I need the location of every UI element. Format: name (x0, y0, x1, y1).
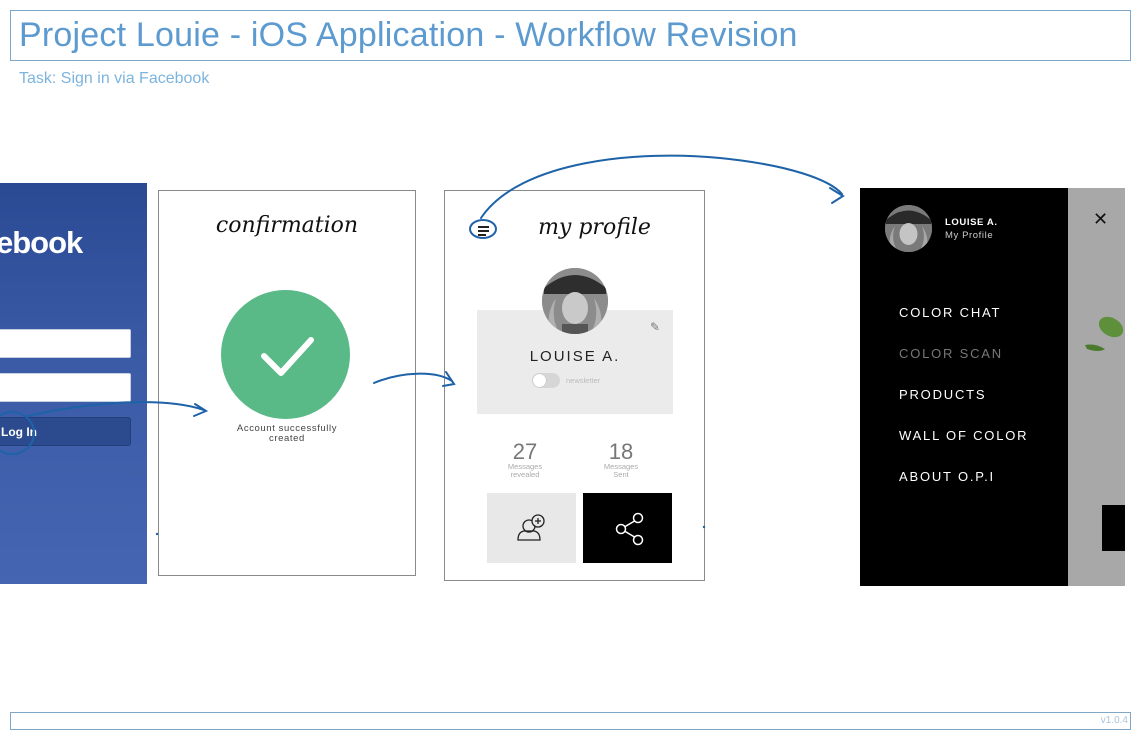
profile-name: LOUISE A. (529, 348, 621, 365)
stat-revealed-label-line2: revealed (510, 470, 540, 479)
avatar[interactable] (542, 268, 608, 334)
side-menu-drawer: LOUISE A. My Profile COLOR CHAT COLOR SC… (860, 188, 1068, 586)
email-field[interactable] (0, 329, 131, 358)
edit-pencil-icon[interactable]: ✎ (650, 320, 660, 334)
menu-item-wall-of-color[interactable]: WALL OF COLOR (899, 428, 1028, 443)
menu-item-color-scan[interactable]: COLOR SCAN (899, 346, 1003, 361)
side-menu-screen: LOUISE A. My Profile COLOR CHAT COLOR SC… (860, 188, 1125, 586)
confirmation-message-line2: created (269, 433, 305, 444)
version-label: v1.0.4 (1100, 715, 1128, 726)
menu-item-color-chat[interactable]: COLOR CHAT (899, 305, 1001, 320)
toggle-knob (533, 374, 546, 387)
login-button-label: Log In (1, 425, 37, 439)
add-user-icon (517, 514, 545, 541)
facebook-login-button[interactable]: Log In (0, 417, 131, 446)
footer-box: v1.0.4 (10, 712, 1131, 730)
stat-revealed-label: Messages revealed (485, 463, 565, 479)
share-icon (615, 512, 644, 546)
task-label: Task: Sign in via Facebook (19, 70, 210, 87)
title-box: Project Louie - iOS Application - Workfl… (10, 10, 1131, 61)
page-title: Project Louie - iOS Application - Workfl… (19, 16, 798, 54)
share-button[interactable] (583, 493, 672, 563)
facebook-logo: ebook (0, 225, 83, 260)
stat-sent-label-line2: Sent (613, 470, 629, 479)
leaf-image (1085, 313, 1125, 358)
drawer-avatar[interactable] (885, 205, 932, 252)
facebook-login-screen: ebook Log In (0, 183, 147, 584)
newsletter-label: newsletter (566, 376, 601, 385)
confirmation-title: confirmation (215, 213, 359, 238)
close-icon[interactable]: ✕ (1093, 209, 1108, 230)
drawer-user-name: LOUISE A. (945, 217, 998, 228)
content-peek-block (1102, 505, 1125, 551)
drawer-user-subtitle[interactable]: My Profile (945, 230, 993, 241)
profile-screen: my profile ✎ LOUISE A. newsletter 27 Mes… (444, 190, 705, 581)
add-user-button[interactable] (487, 493, 576, 563)
password-field[interactable] (0, 373, 131, 402)
success-check-icon (221, 290, 350, 419)
profile-title: my profile (538, 215, 651, 240)
menu-item-about-opi[interactable]: ABOUT O.P.I (899, 469, 995, 484)
stat-sent-label: Messages Sent (581, 463, 661, 479)
confirmation-screen: confirmation Account successfully create… (158, 190, 416, 576)
menu-item-products[interactable]: PRODUCTS (899, 387, 986, 402)
confirmation-message: Account successfully created (159, 424, 415, 444)
newsletter-toggle[interactable] (532, 373, 560, 388)
